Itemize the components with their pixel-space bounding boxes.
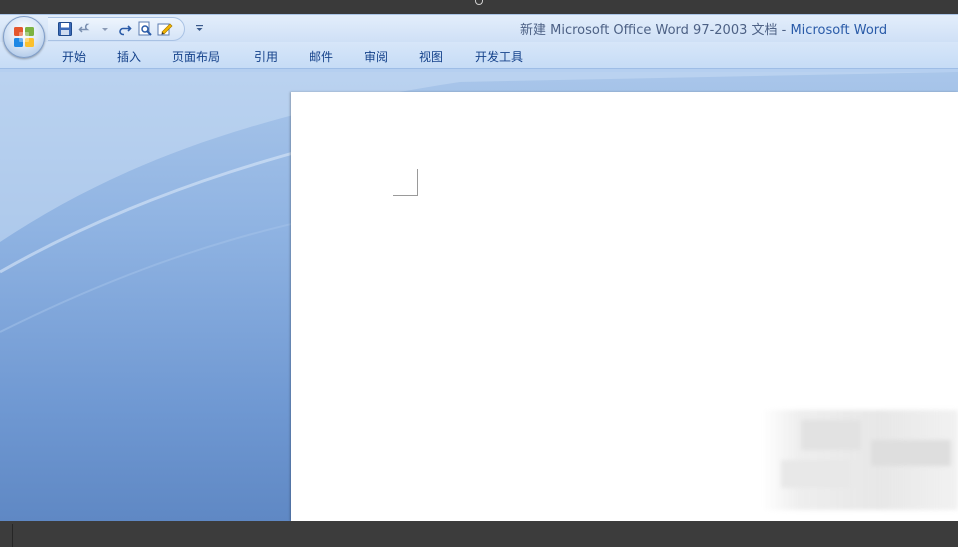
tab-developer[interactable]: 开发工具 [475,48,523,65]
office-logo-icon [14,27,34,47]
customize-dropdown-icon[interactable] [192,20,206,36]
print-preview-icon[interactable] [136,20,154,38]
document-page[interactable] [291,92,958,521]
status-bar-divider [12,524,13,547]
tab-review[interactable]: 审阅 [364,48,388,65]
undo-icon[interactable] [76,20,94,38]
office-button[interactable] [3,16,45,58]
redo-icon[interactable] [116,20,134,38]
tab-references[interactable]: 引用 [254,48,278,65]
tab-insert[interactable]: 插入 [117,48,141,65]
blurred-watermark [761,410,958,510]
tab-view[interactable]: 视图 [419,48,443,65]
edit-icon[interactable] [156,20,174,38]
window-title-separator: - [777,23,791,38]
window-title-document: 新建 Microsoft Office Word 97-2003 文档 [520,23,778,38]
window-title: 新建 Microsoft Office Word 97-2003 文档 - Mi… [520,19,950,38]
save-icon[interactable] [56,20,74,38]
undo-dropdown-icon[interactable] [96,20,114,38]
tab-mailings[interactable]: 邮件 [309,48,333,65]
text-margin-corner-mark [393,169,418,196]
tab-home[interactable]: 开始 [62,48,86,65]
word-window: 新建 Microsoft Office Word 97-2003 文档 - Mi… [0,0,958,547]
quick-access-toolbar [48,17,185,41]
window-title-app: Microsoft Word [790,23,888,38]
tab-page-layout[interactable]: 页面布局 [172,48,220,65]
status-bar [0,521,958,547]
